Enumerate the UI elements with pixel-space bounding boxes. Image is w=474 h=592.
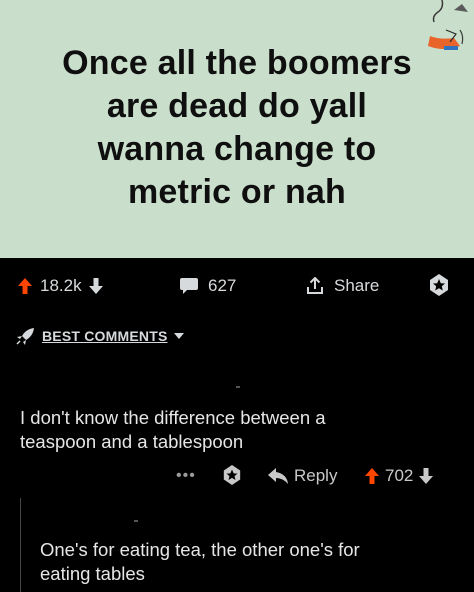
post-text-line: wanna change to xyxy=(97,130,377,168)
award-button[interactable] xyxy=(428,274,450,296)
comment-sort-dropdown[interactable]: BEST COMMENTS xyxy=(16,327,184,345)
vote-group: 18.2k xyxy=(18,276,103,296)
sort-label: BEST COMMENTS xyxy=(42,328,168,344)
post-text-line: Once all the boomers xyxy=(62,44,412,82)
upvote-arrow-icon[interactable] xyxy=(18,278,32,294)
divider-tick xyxy=(134,520,138,522)
comment-count: 627 xyxy=(208,276,237,295)
comment-body: I don't know the difference between a te… xyxy=(20,406,460,454)
reply-button[interactable]: Reply xyxy=(268,466,337,486)
rocket-icon xyxy=(16,328,34,345)
share-label: Share xyxy=(334,276,380,295)
comment-text-line: One's for eating tea, the other one's fo… xyxy=(40,539,360,560)
share-button[interactable]: Share xyxy=(306,276,379,296)
comment-action-bar: ••• Reply 702 xyxy=(0,463,474,491)
upvote-arrow-icon[interactable] xyxy=(365,468,379,484)
reply-label: Reply xyxy=(294,466,338,485)
comments-button[interactable]: 627 xyxy=(180,276,236,296)
comment-bubble-icon xyxy=(180,278,198,294)
share-icon xyxy=(307,277,323,294)
divider-tick xyxy=(236,386,240,388)
comment-vote-group: 702 xyxy=(365,466,434,486)
comment-text-line: I don't know the difference between a xyxy=(20,407,326,428)
comment-score: 702 xyxy=(385,466,414,485)
downvote-arrow-icon[interactable] xyxy=(88,278,103,294)
comment-text-line: eating tables xyxy=(40,563,145,584)
chevron-down-icon xyxy=(173,333,184,339)
reply-thread-line[interactable] xyxy=(20,498,21,592)
reply-comment-body: One's for eating tea, the other one's fo… xyxy=(40,538,460,586)
upvote-count: 18.2k xyxy=(40,276,82,295)
post-text-line: metric or nah xyxy=(128,173,346,211)
downvote-arrow-icon[interactable] xyxy=(419,468,434,484)
post-text: Once all the boomers are dead do yall wa… xyxy=(0,42,474,214)
post-text-line: are dead do yall xyxy=(106,87,368,125)
post-action-bar: 18.2k 627 Share xyxy=(0,258,474,314)
award-star-icon xyxy=(430,274,448,296)
more-options-icon[interactable]: ••• xyxy=(176,467,196,485)
award-star-icon[interactable] xyxy=(222,465,242,485)
reply-arrow-icon xyxy=(268,468,288,484)
post-image[interactable]: Once all the boomers are dead do yall wa… xyxy=(0,0,474,258)
comment-text-line: teaspoon and a tablespoon xyxy=(20,431,244,452)
